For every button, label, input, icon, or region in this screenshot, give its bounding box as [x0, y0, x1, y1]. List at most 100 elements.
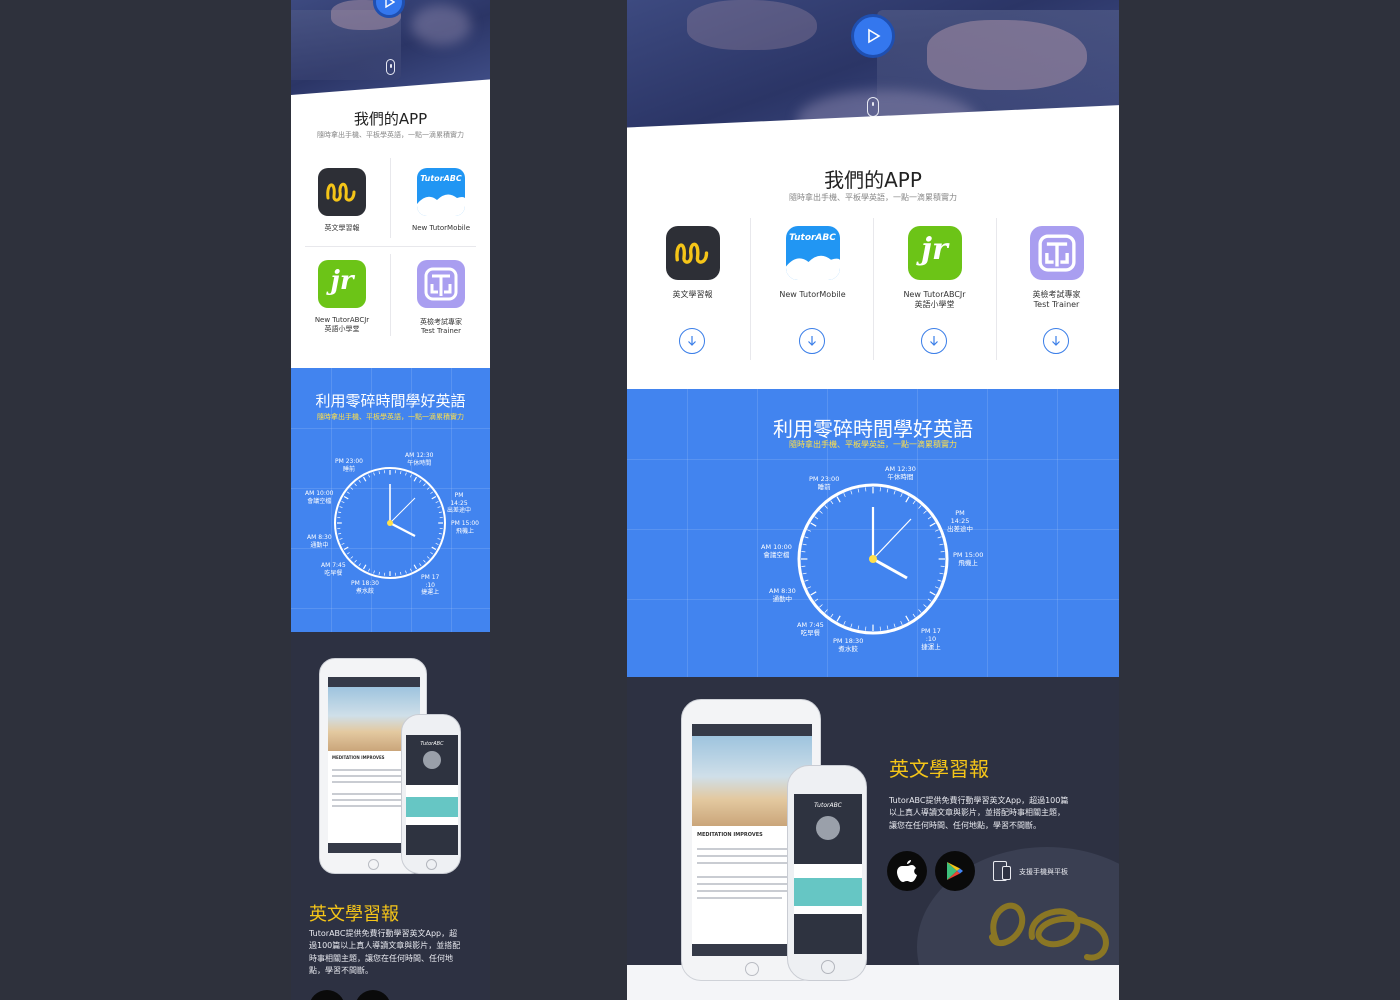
feature-description: TutorABC提供免費行動學習英文App，超 過100篇以上真人導讀文章與影片… [309, 929, 461, 976]
label-am830: AM 8:30 通勤中 [307, 534, 332, 549]
second-hand [872, 518, 912, 560]
tutorabc-mobile-icon: TutorABC [417, 168, 465, 216]
clock-tick [819, 510, 823, 514]
label-pm1500: PM 15:00 飛機上 [953, 551, 984, 568]
clock-tick [807, 586, 812, 589]
apple-store-button[interactable] [887, 851, 927, 891]
play-icon [868, 28, 881, 44]
clock-tick [373, 570, 375, 574]
clock-tick [362, 476, 367, 482]
clock-tick [804, 579, 809, 582]
clock-tick [912, 613, 916, 618]
clock-tick [918, 609, 922, 613]
clock-tick [343, 546, 349, 551]
clock-tick [413, 564, 418, 570]
scroll-down-icon[interactable] [386, 59, 395, 75]
clock-tick [900, 493, 903, 498]
play-video-button[interactable] [851, 14, 895, 58]
hero-banner [627, 0, 1119, 150]
clock-tick [929, 522, 936, 527]
app-english-news[interactable]: 英文學習報 [306, 168, 378, 233]
clock-tick [810, 591, 817, 596]
desktop-preview: 我們的APP 隨時拿出手機、平板學英語，一點一滴累積實力 英文學習報 Tutor… [627, 0, 1119, 1000]
clock-tick [900, 620, 903, 625]
download-arrow-icon [1052, 336, 1060, 346]
clock-tick [927, 516, 932, 520]
clock-tick [343, 495, 349, 500]
download-arrow-icon [688, 336, 696, 346]
app-english-news[interactable]: 英文學習報 [635, 226, 750, 300]
label-am745: AM 7:45 吃早餐 [321, 562, 346, 577]
clock-tick [802, 543, 807, 546]
app-tutormobile[interactable]: TutorABC New TutorMobile [755, 226, 870, 300]
clock-tick [354, 483, 357, 487]
clock-tick [378, 571, 380, 575]
clock-tick [354, 559, 357, 563]
download-button[interactable] [1043, 328, 1069, 354]
download-arrow-icon [930, 336, 938, 346]
devices-label: 支援手機與平板 [1019, 868, 1068, 876]
divider [305, 246, 476, 247]
label-pm1830: PM 18:30 煮水餃 [351, 580, 379, 595]
clock-tick [912, 500, 916, 505]
clock-tick [804, 536, 809, 539]
app-name-secondary: Test Trainer [1033, 300, 1080, 310]
app-test-trainer[interactable]: 英檢考試專家 Test Trainer [403, 260, 479, 336]
download-button[interactable] [679, 328, 705, 354]
app-name-secondary: 英語小學堂 [324, 325, 360, 334]
app-tutormobile[interactable]: TutorABC New TutorMobile [403, 168, 479, 233]
hand-image [927, 20, 1087, 90]
clock-tick [857, 488, 860, 493]
clock-tick [939, 572, 944, 575]
divider [996, 218, 997, 360]
clock-tick [923, 604, 927, 608]
divider [750, 218, 751, 360]
hour-hand [872, 557, 908, 580]
clock-tick [927, 598, 932, 602]
clock-tick [341, 501, 345, 503]
clock-tick [368, 474, 370, 478]
clock-tick [836, 496, 841, 503]
google-play-icon [947, 862, 963, 880]
download-button[interactable] [921, 328, 947, 354]
app-tutorabc-jr[interactable]: jr New TutorABCJr 英語小學堂 [877, 226, 992, 311]
apple-store-button[interactable] [309, 990, 345, 1000]
clock-tick [830, 500, 834, 505]
label-pm1425: PM 14:25 出差途中 [947, 509, 973, 534]
clock [797, 483, 949, 635]
clock-tick [814, 598, 819, 602]
clock-tick [368, 568, 370, 572]
clock-tick [358, 563, 361, 567]
tutorabc-jr-icon: jr [907, 226, 962, 280]
app-test-trainer[interactable]: 英檢考試專家 Test Trainer [999, 226, 1114, 311]
clock-tick [378, 471, 380, 475]
apps-subtitle: 隨時拿出手機、平板學英語，一點一滴累積實力 [317, 131, 464, 139]
scroll-down-icon[interactable] [867, 97, 879, 117]
clock-tick [405, 472, 407, 476]
clock-tick [338, 533, 342, 535]
clock-tick [350, 556, 354, 559]
label-pm1710: PM 17:10 捷運上 [921, 627, 941, 652]
clock-tick [426, 556, 430, 559]
app-name-secondary: Test Trainer [421, 327, 461, 336]
download-arrow-icon [808, 336, 816, 346]
apps-subtitle: 隨時拿出手機、平板學英語，一點一滴累積實力 [789, 193, 957, 202]
clock-tick [438, 533, 442, 535]
label-pm2300: PM 23:00 睡前 [809, 475, 840, 492]
app-tutorabc-jr[interactable]: jr New TutorABCJr 英語小學堂 [303, 260, 381, 334]
clock-tick [413, 476, 418, 482]
google-play-button[interactable] [935, 851, 975, 891]
clock-tick [905, 496, 910, 503]
clock-tick [435, 543, 439, 545]
clock-tick [819, 604, 823, 608]
google-play-button[interactable] [355, 990, 391, 1000]
download-button[interactable] [799, 328, 825, 354]
clock-tick [437, 506, 441, 508]
hero-glow [411, 5, 471, 45]
clock-tick [937, 536, 942, 539]
apps-section: 我們的APP 隨時拿出手機、平板學英語，一點一滴累積實力 英文學習報 Tutor… [627, 148, 1119, 389]
clock-tick [929, 591, 936, 596]
clock-tick [346, 552, 350, 555]
time-section: 利用零碎時間學好英語 隨時拿出手機、平板學英語，一點一滴累積實力 PM 23:0… [291, 368, 490, 632]
english-news-watermark [989, 902, 1109, 961]
